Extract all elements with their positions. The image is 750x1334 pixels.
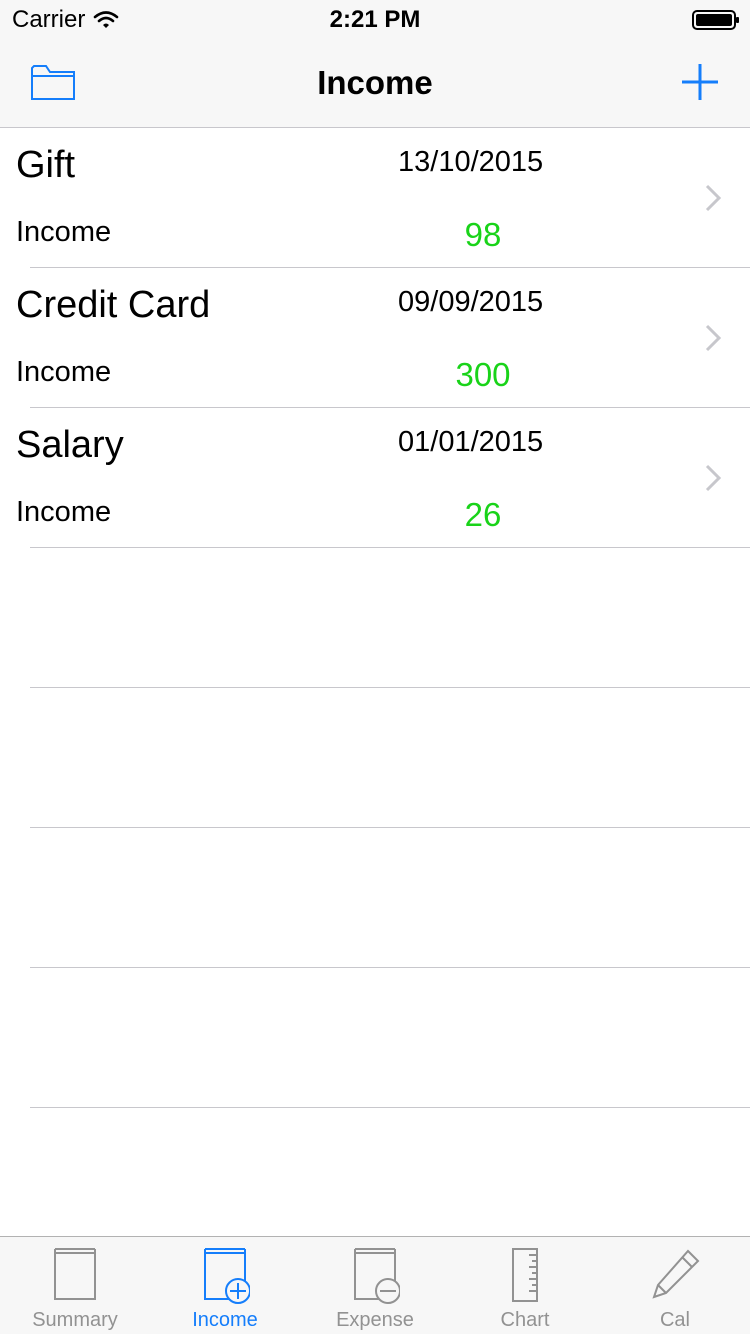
item-type: Income (16, 216, 112, 248)
book-icon (54, 1248, 96, 1300)
chevron-right-icon (705, 464, 722, 492)
list-item[interactable]: Gift 13/10/2015 Income 98 (0, 128, 750, 268)
list-item[interactable]: Salary 01/01/2015 Income 26 (0, 408, 750, 548)
plus-icon[interactable] (680, 62, 720, 102)
battery-icon (692, 10, 739, 30)
list-item[interactable]: Credit Card 09/09/2015 Income 300 (0, 268, 750, 408)
item-date: 13/10/2015 (398, 146, 544, 178)
page-title: Income (317, 64, 433, 101)
tab-label: Chart (500, 1309, 550, 1331)
item-type: Income (16, 356, 112, 388)
tab-income[interactable]: Income (150, 1237, 300, 1334)
item-amount: 26 (464, 496, 502, 533)
tab-bar: Summary Income Expense Chart Cal (0, 1236, 750, 1334)
status-time: 2:21 PM (329, 6, 421, 33)
book-minus-icon (354, 1248, 400, 1304)
item-type: Income (16, 496, 112, 528)
empty-row (0, 548, 750, 688)
item-date: 01/01/2015 (398, 426, 544, 458)
tab-summary[interactable]: Summary (0, 1237, 150, 1334)
book-plus-icon (204, 1248, 250, 1304)
item-name: Gift (16, 144, 76, 186)
item-amount: 98 (464, 216, 502, 253)
navigation-bar: Carrier 2:21 PM Income (0, 0, 750, 128)
item-date: 09/09/2015 (398, 286, 544, 318)
tab-label: Income (192, 1309, 258, 1331)
tab-cal[interactable]: Cal (600, 1237, 750, 1334)
ruler-icon (512, 1248, 538, 1302)
chevron-right-icon (705, 324, 722, 352)
tab-label: Expense (336, 1309, 414, 1331)
pencil-icon (652, 1249, 700, 1299)
empty-row (0, 688, 750, 828)
income-list: Gift 13/10/2015 Income 98 Credit Card 09… (0, 128, 750, 1108)
item-name: Salary (16, 424, 124, 466)
empty-row (0, 828, 750, 968)
tab-expense[interactable]: Expense (300, 1237, 450, 1334)
tab-label: Cal (659, 1309, 690, 1331)
tab-chart[interactable]: Chart (450, 1237, 600, 1334)
chevron-right-icon (705, 184, 722, 212)
tab-label: Summary (32, 1309, 118, 1331)
item-amount: 300 (455, 356, 511, 393)
empty-row (0, 968, 750, 1108)
item-name: Credit Card (16, 284, 211, 326)
